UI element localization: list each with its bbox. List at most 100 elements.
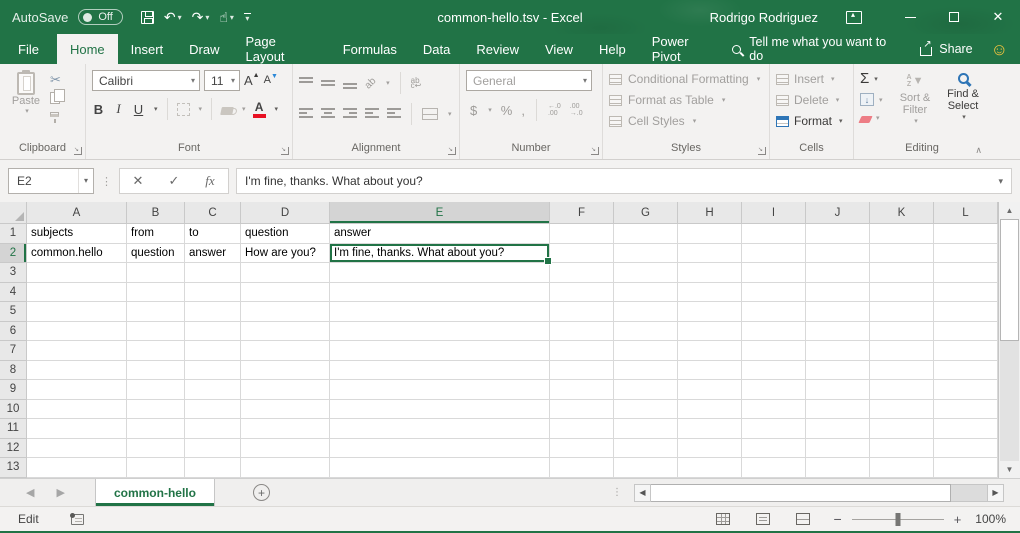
tab-insert[interactable]: Insert [118,34,177,64]
cell-F4[interactable] [550,283,614,303]
cell-I12[interactable] [742,439,806,459]
row-header-11[interactable]: 11 [0,419,27,439]
cell-E11[interactable] [330,419,550,439]
cell-A9[interactable] [27,380,127,400]
cell-E7[interactable] [330,341,550,361]
cell-J10[interactable] [806,400,870,420]
cell-E5[interactable] [330,302,550,322]
cell-H1[interactable] [678,224,742,244]
middle-align-button[interactable] [321,77,335,89]
cell-A8[interactable] [27,361,127,381]
close-button[interactable]: ✕ [976,0,1020,34]
align-right-button[interactable] [343,108,357,120]
column-header-E[interactable]: E [330,202,550,224]
cell-L5[interactable] [934,302,998,322]
cell-C9[interactable] [185,380,241,400]
cell-B13[interactable] [127,458,185,478]
column-header-G[interactable]: G [614,202,678,224]
previous-sheet-icon[interactable]: ◀ [26,486,34,499]
cell-C5[interactable] [185,302,241,322]
cell-G8[interactable] [614,361,678,381]
cell-I11[interactable] [742,419,806,439]
cell-G9[interactable] [614,380,678,400]
delete-cells-button[interactable]: Delete ▾ [776,93,843,107]
ribbon-display-options-icon[interactable] [846,11,862,24]
increase-decimal-button[interactable]: ←.0.00 [548,103,561,117]
row-header-3[interactable]: 3 [0,263,27,283]
copy-icon[interactable] [50,92,60,104]
cell-B9[interactable] [127,380,185,400]
cell-D6[interactable] [241,322,330,342]
zoom-out-button[interactable]: − [834,512,842,526]
cancel-entry-button[interactable]: ✕ [120,173,156,189]
cell-H6[interactable] [678,322,742,342]
cell-B3[interactable] [127,263,185,283]
cell-K5[interactable] [870,302,934,322]
clear-button[interactable]: ▾ [860,113,892,123]
cell-D1[interactable]: question [241,224,330,244]
cell-B5[interactable] [127,302,185,322]
cell-G4[interactable] [614,283,678,303]
cell-D12[interactable] [241,439,330,459]
save-icon[interactable] [141,11,154,24]
cell-K13[interactable] [870,458,934,478]
cell-E9[interactable] [330,380,550,400]
cell-E8[interactable] [330,361,550,381]
cell-E1[interactable]: answer [330,224,550,244]
row-header-12[interactable]: 12 [0,439,27,459]
macro-record-icon[interactable] [71,514,84,525]
number-dialog-launcher[interactable] [591,147,599,155]
new-sheet-button[interactable]: + [253,484,270,501]
cell-A7[interactable] [27,341,127,361]
cell-K7[interactable] [870,341,934,361]
normal-view-button[interactable] [716,513,730,525]
cell-G1[interactable] [614,224,678,244]
cell-J4[interactable] [806,283,870,303]
row-header-5[interactable]: 5 [0,302,27,322]
cell-G3[interactable] [614,263,678,283]
name-box-caret-icon[interactable]: ▾ [78,169,93,193]
cell-E10[interactable] [330,400,550,420]
maximize-button[interactable] [932,0,976,34]
cell-L10[interactable] [934,400,998,420]
cell-C4[interactable] [185,283,241,303]
tab-page-layout[interactable]: Page Layout [233,34,330,64]
cell-B4[interactable] [127,283,185,303]
cell-D10[interactable] [241,400,330,420]
cell-G12[interactable] [614,439,678,459]
row-header-9[interactable]: 9 [0,380,27,400]
page-layout-view-button[interactable] [756,513,770,525]
cell-B2[interactable]: question [127,244,185,264]
cell-B8[interactable] [127,361,185,381]
cell-G7[interactable] [614,341,678,361]
cell-K10[interactable] [870,400,934,420]
cell-D11[interactable] [241,419,330,439]
cell-J9[interactable] [806,380,870,400]
cell-D13[interactable] [241,458,330,478]
cell-A3[interactable] [27,263,127,283]
cell-F1[interactable] [550,224,614,244]
decrease-decimal-button[interactable]: .00→.0 [570,103,583,117]
cell-K1[interactable] [870,224,934,244]
cell-E2[interactable]: I'm fine, thanks. What about you? [330,244,550,264]
confirm-entry-button[interactable]: ✓ [156,173,192,189]
cell-A4[interactable] [27,283,127,303]
cell-E13[interactable] [330,458,550,478]
styles-dialog-launcher[interactable] [758,147,766,155]
cell-L6[interactable] [934,322,998,342]
zoom-slider-thumb[interactable] [895,513,900,526]
column-header-I[interactable]: I [742,202,806,224]
decrease-indent-button[interactable] [365,108,379,120]
cell-D7[interactable] [241,341,330,361]
column-header-D[interactable]: D [241,202,330,224]
collapse-ribbon-icon[interactable]: ∧ [975,145,982,156]
expand-formula-bar-icon[interactable]: ▾ [998,176,1003,187]
cell-B6[interactable] [127,322,185,342]
cell-F8[interactable] [550,361,614,381]
cell-G10[interactable] [614,400,678,420]
undo-button[interactable]: ↶▾ [164,9,182,26]
cell-L11[interactable] [934,419,998,439]
cell-C10[interactable] [185,400,241,420]
cell-I13[interactable] [742,458,806,478]
font-color-button[interactable]: A [253,101,266,118]
